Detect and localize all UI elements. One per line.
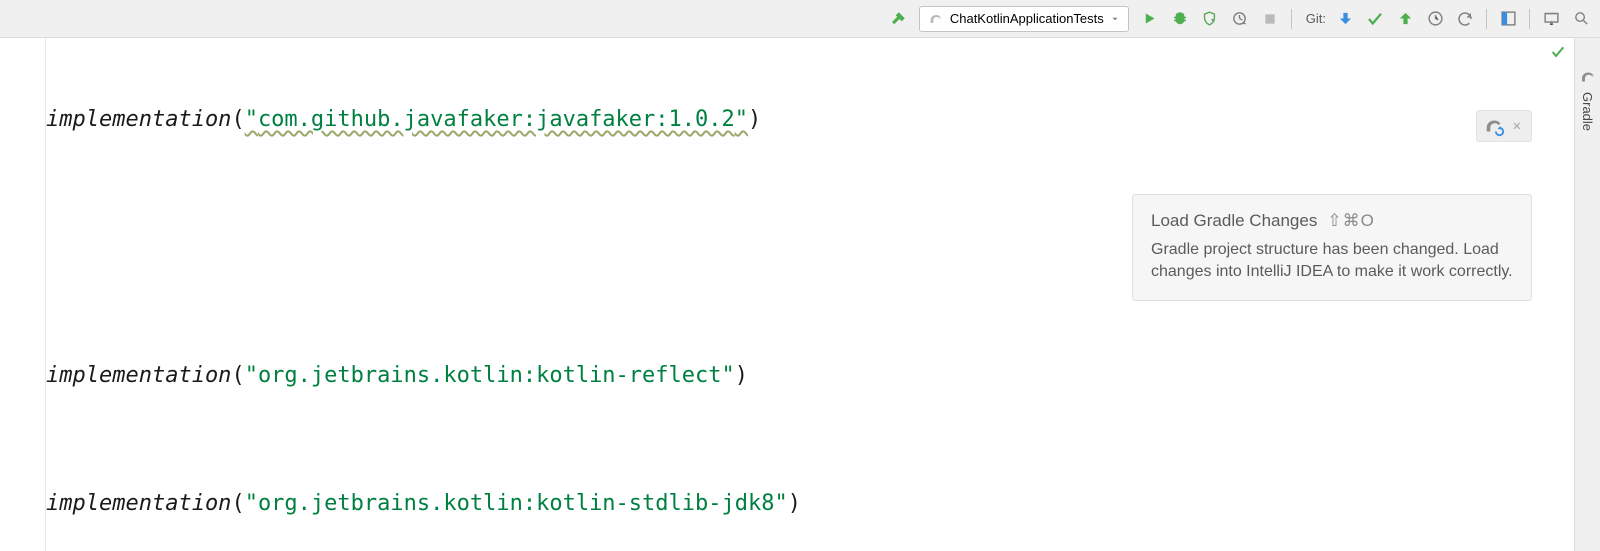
code-text: implementation xyxy=(46,355,231,397)
code-content[interactable]: implementation("com.github.javafaker:jav… xyxy=(46,38,1574,551)
search-everywhere-icon[interactable] xyxy=(1568,6,1594,32)
presentation-icon[interactable] xyxy=(1538,6,1564,32)
gradle-elephant-icon xyxy=(928,11,944,27)
git-pull-icon[interactable] xyxy=(1332,6,1358,32)
code-text: implementation xyxy=(46,483,231,525)
toolbar-separator xyxy=(1529,9,1530,29)
toolbar-separator xyxy=(1486,9,1487,29)
gradle-tab-label: Gradle xyxy=(1580,92,1595,131)
run-button[interactable] xyxy=(1137,6,1163,32)
stop-button[interactable] xyxy=(1257,6,1283,32)
run-configuration-selector[interactable]: ChatKotlinApplicationTests xyxy=(919,6,1129,32)
code-editor[interactable]: ✕ Load Gradle Changes ⇧⌘O Gradle project… xyxy=(0,38,1574,551)
code-text: org.jetbrains.kotlin:kotlin-stdlib-jdk8 xyxy=(258,491,775,516)
code-text: implementation xyxy=(46,99,231,141)
profiler-button[interactable] xyxy=(1227,6,1253,32)
project-structure-icon[interactable] xyxy=(1495,6,1521,32)
run-configuration-name: ChatKotlinApplicationTests xyxy=(950,11,1104,26)
code-text: org.jetbrains.kotlin:kotlin-reflect xyxy=(258,363,722,388)
git-commit-icon[interactable] xyxy=(1362,6,1388,32)
code-text: com.github.javafaker:javafaker:1.0.2 xyxy=(258,107,735,132)
build-hammer-icon[interactable] xyxy=(885,6,911,32)
toolbar-separator xyxy=(1291,9,1292,29)
debug-button[interactable] xyxy=(1167,6,1193,32)
chevron-down-icon xyxy=(1110,14,1120,24)
main-toolbar: ChatKotlinApplicationTests Git: xyxy=(0,0,1600,38)
editor-gutter xyxy=(0,38,46,551)
coverage-button[interactable] xyxy=(1197,6,1223,32)
git-rollback-icon[interactable] xyxy=(1452,6,1478,32)
git-history-icon[interactable] xyxy=(1422,6,1448,32)
right-tool-strip: Gradle xyxy=(1574,38,1600,551)
git-push-icon[interactable] xyxy=(1392,6,1418,32)
gradle-tool-tab[interactable]: Gradle xyxy=(1579,68,1597,131)
git-label: Git: xyxy=(1306,11,1326,26)
gradle-elephant-icon xyxy=(1579,68,1597,86)
